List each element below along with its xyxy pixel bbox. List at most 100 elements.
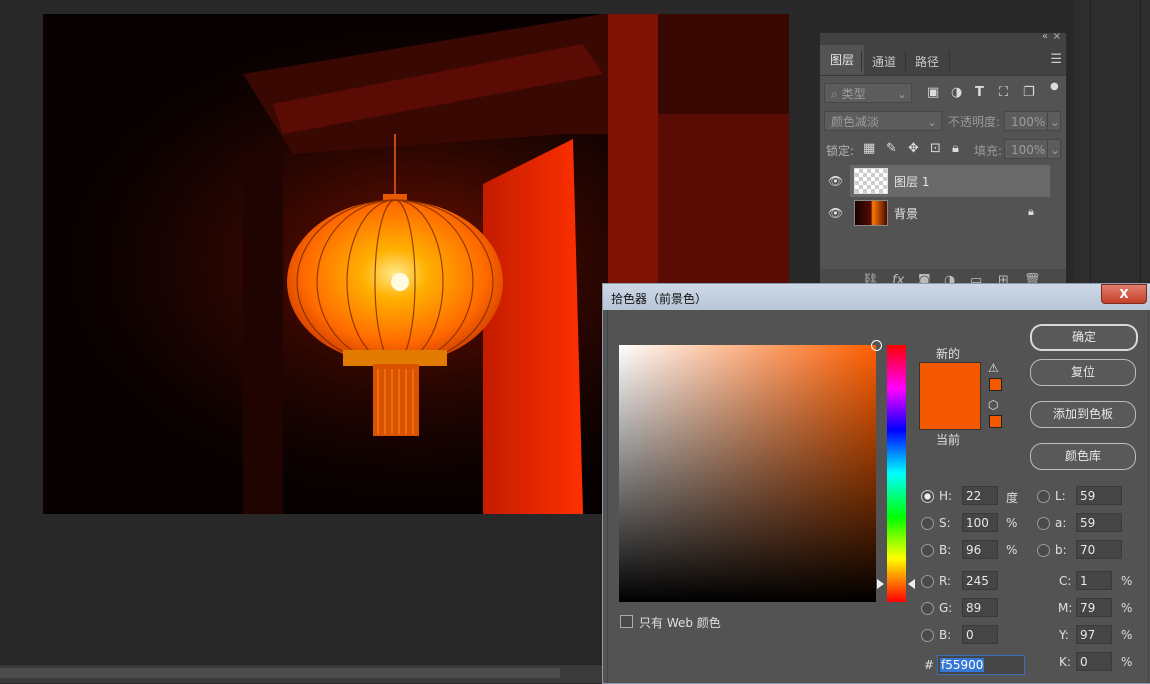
red-input[interactable]: 245 [962,571,998,590]
filter-toggle-icon[interactable]: ● [1050,81,1059,92]
ok-button[interactable]: 确定 [1030,324,1138,351]
hue-unit: 度 [1006,491,1019,505]
yellow-input[interactable]: 97 [1076,625,1112,644]
radio-red[interactable] [921,575,934,588]
opacity-dropdown-icon[interactable]: ⌄ [1047,111,1061,131]
radio-lab-b[interactable] [1037,544,1050,557]
yellow-label: Y: [1059,628,1069,642]
brightness-input[interactable]: 96 [962,540,998,559]
magenta-input[interactable]: 79 [1076,598,1112,617]
hue-slider-left-arrow[interactable] [877,579,884,589]
color-field-marker[interactable] [871,340,882,351]
radio-saturation[interactable] [921,517,934,530]
panel-menu-icon[interactable]: ☰ [1050,52,1062,67]
red-label: R: [939,574,952,588]
a-label: a: [1055,516,1067,530]
adjustment-filter-icon[interactable]: ◑ [951,85,962,100]
shape-filter-icon[interactable]: ⛶ [999,85,1008,100]
saturation-brightness-field[interactable] [619,340,882,602]
dialog-titlebar[interactable]: 拾色器（前景色） X [603,284,1150,310]
add-to-swatches-button[interactable]: 添加到色板 [1030,401,1136,428]
layers-panel: « × 图层 通道 路径 ☰ ⌕ 类型 ⌄ ▣ ◑ T ⛶ ❐ ● 颜色减淡 ⌄… [819,31,1067,294]
cyan-input[interactable]: 1 [1076,571,1112,590]
green-input[interactable]: 89 [962,598,998,617]
layer-thumbnail [854,168,888,194]
close-button[interactable]: X [1101,284,1147,304]
brightness-label: B: [939,543,952,557]
filter-kind-value: 类型 [841,87,866,101]
eye-icon[interactable]: 👁︎ [828,174,843,188]
layer-name: 背景 [894,207,919,221]
saturation-input[interactable]: 100 [962,513,998,532]
blue-input[interactable]: 0 [962,625,998,644]
layer-row-background[interactable]: 👁︎ 背景 🔒︎ [828,197,1050,229]
out-of-gamut-warning-icon[interactable]: ⚠ [988,361,999,375]
tab-layers[interactable]: 图层 [820,45,865,75]
dialog-title: 拾色器（前景色） [611,292,708,306]
gamut-color-swatch[interactable] [989,378,1002,391]
only-web-colors-checkbox[interactable] [620,615,633,628]
radio-blue[interactable] [921,629,934,642]
lock-all-icon[interactable]: 🔒︎ [952,141,959,156]
type-filter-icon[interactable]: T [975,85,984,100]
opacity-label: 不透明度: [948,115,1001,129]
hex-input[interactable]: f55900 [937,655,1025,675]
black-label: K: [1059,655,1071,669]
layer-filter-select[interactable]: ⌕ 类型 ⌄ [824,83,912,103]
web-safe-color-swatch[interactable] [989,415,1002,428]
search-icon: ⌕ [831,87,838,101]
saturation-unit: % [1006,516,1018,530]
radio-lightness[interactable] [1037,490,1050,503]
layer-name: 图层 1 [894,175,930,189]
opacity-input[interactable]: 100% [1004,111,1048,131]
black-input[interactable]: 0 [1076,652,1112,671]
a-input[interactable]: 59 [1076,513,1122,532]
radio-hue[interactable] [921,490,934,503]
hue-slider-right-arrow[interactable] [908,579,915,589]
close-icon[interactable]: × [1053,31,1061,42]
smart-object-filter-icon[interactable]: ❐ [1023,85,1035,100]
fill-dropdown-icon[interactable]: ⌄ [1047,139,1061,159]
black-unit: % [1121,655,1133,669]
hue-slider[interactable] [887,345,906,602]
radio-brightness[interactable] [921,544,934,557]
magenta-unit: % [1121,601,1133,615]
radio-green[interactable] [921,602,934,615]
brightness-unit: % [1006,543,1018,557]
tab-paths[interactable]: 路径 [915,53,939,70]
color-picker-dialog: 拾色器（前景色） X 新的 当前 ⚠ ⬡ 确定 复位 添加到色板 颜色库 H: … [602,283,1150,684]
hex-value: f55900 [940,658,985,672]
reset-button[interactable]: 复位 [1030,359,1136,386]
lock-brush-icon[interactable]: ✎ [886,141,897,156]
lock-transparent-icon[interactable]: ▦ [863,141,875,156]
tab-channels[interactable]: 通道 [872,53,896,70]
chevron-down-icon: ⌄ [896,87,907,101]
blend-mode-select[interactable]: 颜色减淡 ⌄ [824,111,942,131]
hue-label: H: [939,489,953,503]
blend-mode-value: 颜色减淡 [831,115,880,129]
layer-row-layer1[interactable]: 👁︎ 图层 1 [828,165,1050,197]
web-safe-cube-icon[interactable]: ⬡ [988,398,998,412]
lock-position-icon[interactable]: ✥ [908,141,919,156]
double-chevron-left-icon[interactable]: « [1042,31,1048,42]
lock-artboard-icon[interactable]: ⊡ [930,141,941,156]
scrollbar-thumb[interactable] [0,668,560,678]
layer-thumbnail [854,200,888,226]
radio-a[interactable] [1037,517,1050,530]
horizontal-scrollbar[interactable] [0,664,602,683]
color-libraries-button[interactable]: 颜色库 [1030,443,1136,470]
cyan-unit: % [1121,574,1133,588]
lightness-label: L: [1055,489,1066,503]
saturation-label: S: [939,516,951,530]
lock-label: 锁定: [826,144,855,158]
lab-b-label: b: [1055,543,1067,557]
image-filter-icon[interactable]: ▣ [927,85,939,100]
current-color-swatch[interactable] [919,396,981,430]
hue-input[interactable]: 22 [962,486,998,505]
lab-b-input[interactable]: 70 [1076,540,1122,559]
fill-input[interactable]: 100% [1004,139,1048,159]
cyan-label: C: [1059,574,1072,588]
lightness-input[interactable]: 59 [1076,486,1122,505]
blue-label: B: [939,628,952,642]
eye-icon[interactable]: 👁︎ [828,206,843,220]
